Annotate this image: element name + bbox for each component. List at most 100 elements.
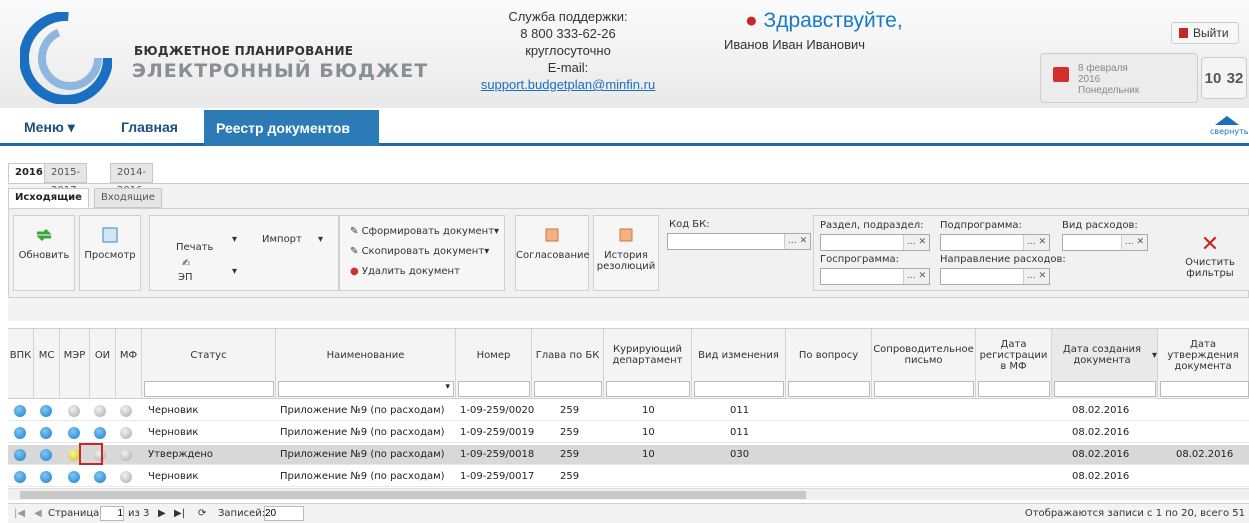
first-page-icon[interactable]: |◀ [14, 508, 25, 519]
filter-status[interactable] [144, 381, 274, 397]
cell-name: Приложение №9 (по расходам) [280, 471, 445, 482]
status-dot-icon [120, 427, 132, 439]
filter-letter[interactable] [874, 381, 974, 397]
filter-created[interactable] [1054, 381, 1156, 397]
history-icon [619, 228, 633, 242]
cell-vid: 030 [730, 449, 750, 460]
clear-icon: ✕ [1200, 232, 1220, 257]
cell-glava: 259 [560, 449, 580, 460]
last-page-icon[interactable]: ▶| [174, 508, 185, 519]
tab-incoming[interactable]: Входящие [94, 188, 162, 208]
status-dot-icon [40, 471, 52, 483]
signature-icon[interactable]: ✍ [182, 258, 190, 269]
tab-registry[interactable]: Реестр документов ГРБС ✕ [204, 110, 379, 172]
menu-button[interactable]: Меню ▾ [24, 119, 75, 136]
nav-bar: Меню ▾ Главная [0, 108, 1249, 146]
records-input[interactable] [264, 506, 304, 521]
status-dot-icon [68, 471, 80, 483]
collapse-button[interactable]: свернуть [1210, 116, 1248, 136]
cell-dept: 10 [642, 405, 655, 416]
cell-glava: 259 [560, 405, 580, 416]
logo-subtitle: ЭЛЕКТРОННЫЙ БЮДЖЕТ [132, 60, 429, 82]
grid-header: ВПК МС МЭР ОИ МФ Статус Наименование Ном… [8, 329, 1249, 399]
filter-number[interactable] [458, 381, 530, 397]
cell-glava: 259 [560, 427, 580, 438]
filter-name[interactable]: ▾ [278, 381, 454, 397]
filter-vid[interactable] [694, 381, 784, 397]
clock: 10 32 [1201, 57, 1247, 99]
clear-filters-button[interactable]: ✕ Очистить фильтры [1184, 232, 1236, 279]
refresh-grid-icon[interactable]: ⟳ [198, 508, 206, 519]
ep-button[interactable]: ЭП [178, 272, 193, 283]
delete-document-button[interactable]: ● Удалить документ [350, 266, 460, 277]
cell-name: Приложение №9 (по расходам) [280, 405, 445, 416]
cell-approved: 08.02.2016 [1176, 449, 1234, 460]
exit-button[interactable]: Выйти [1171, 22, 1239, 44]
cell-dept: 10 [642, 427, 655, 438]
status-dot-icon [40, 405, 52, 417]
filter-vopros[interactable] [788, 381, 870, 397]
logo-title: БЮДЖЕТНОЕ ПЛАНИРОВАНИЕ [134, 44, 354, 58]
cell-number: 1-09-259/0017 [460, 471, 535, 482]
pagination-bar: |◀ ◀ Страница из 3 ▶ ▶| ⟳ Записей: Отобр… [8, 503, 1249, 523]
status-dot-icon [94, 405, 106, 417]
col-oi[interactable]: ОИ [90, 329, 116, 399]
support-email-link[interactable]: support.budgetplan@minfin.ru [481, 77, 655, 92]
page-input[interactable] [100, 506, 124, 521]
table-row[interactable]: Черновик Приложение №9 (по расходам) 1-09-… [8, 467, 1249, 487]
table-row[interactable]: Утверждено Приложение №9 (по расходам) 1-0… [8, 445, 1249, 465]
refresh-button[interactable]: Обновить [13, 215, 75, 291]
status-dot-icon [120, 449, 132, 461]
table-row[interactable]: Черновик Приложение №9 (по расходам) 1-09-… [8, 423, 1249, 443]
vid-rashodov-input[interactable]: … ✕ [1062, 234, 1148, 251]
view-button[interactable]: Просмотр [79, 215, 141, 291]
cell-number: 1-09-259/0018 [460, 449, 535, 460]
filter-glava[interactable] [534, 381, 602, 397]
prev-page-icon[interactable]: ◀ [34, 508, 42, 519]
refresh-icon [36, 228, 52, 242]
cell-dept: 10 [642, 449, 655, 460]
copy-document-button[interactable]: ✎ Скопировать документ▾ [350, 246, 489, 257]
filter-panel: Раздел, подраздел: … ✕ Подпрограмма: … ✕… [813, 215, 1249, 291]
tab-year-2014-2016[interactable]: 2014-2016 [110, 163, 154, 196]
print-button[interactable]: Печать [176, 242, 213, 253]
filter-approved[interactable] [1160, 381, 1249, 397]
view-icon [102, 227, 118, 243]
cell-created: 08.02.2016 [1072, 449, 1130, 460]
tab-year-2015-2017[interactable]: 2015-2017 [44, 163, 88, 196]
approval-button[interactable]: Согласование [515, 215, 590, 291]
next-page-icon[interactable]: ▶ [158, 508, 166, 519]
gosprogramma-input[interactable]: … ✕ [820, 268, 930, 285]
kod-bk-label: Код БК: [669, 219, 710, 230]
table-row[interactable]: Черновик Приложение №9 (по расходам) 1-09-… [8, 401, 1249, 421]
filter-dept[interactable] [606, 381, 690, 397]
cell-number: 1-09-259/0019 [460, 427, 535, 438]
horizontal-scrollbar[interactable] [8, 488, 1249, 500]
form-document-button[interactable]: ✎ Сформировать документ▾ [350, 226, 499, 237]
logo-icon [20, 12, 112, 104]
col-mer[interactable]: МЭР [60, 329, 90, 399]
status-dot-icon [94, 471, 106, 483]
podprogramma-input[interactable]: … ✕ [940, 234, 1050, 251]
cell-name: Приложение №9 (по расходам) [280, 449, 445, 460]
user-name: Иванов Иван Иванович [724, 37, 866, 52]
col-vpk[interactable]: ВПК [8, 329, 34, 399]
status-dot-icon [40, 449, 52, 461]
col-ms[interactable]: МС [34, 329, 60, 399]
import-button[interactable]: Импорт [262, 234, 302, 245]
close-tab-icon: ✕ [257, 156, 269, 172]
home-link[interactable]: Главная [121, 119, 178, 135]
history-button[interactable]: История резолюций [593, 215, 659, 291]
kod-bk-input[interactable]: … ✕ [667, 233, 811, 250]
status-dot-icon [14, 471, 26, 483]
status-dot-icon [120, 405, 132, 417]
documents-grid: ВПК МС МЭР ОИ МФ Статус Наименование Ном… [8, 328, 1249, 496]
napravlenie-input[interactable]: … ✕ [940, 268, 1050, 285]
filter-reg-date[interactable] [978, 381, 1050, 397]
tab-outgoing[interactable]: Исходящие [8, 188, 89, 208]
cell-created: 08.02.2016 [1072, 471, 1130, 482]
approval-icon [545, 228, 559, 242]
col-mf[interactable]: МФ [116, 329, 142, 399]
toolbar: Обновить Просмотр Печать ▾ ✍ ЭП ▾ Импорт… [8, 208, 1249, 298]
razdel-input[interactable]: … ✕ [820, 234, 930, 251]
